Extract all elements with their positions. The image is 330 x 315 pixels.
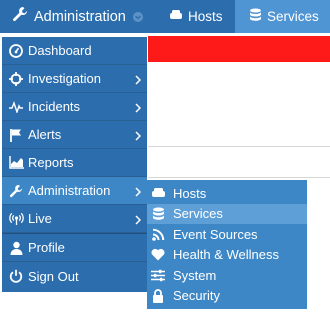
submenu-item-security[interactable]: Security (147, 286, 307, 307)
submenu-item-event-sources[interactable]: Event Sources (147, 224, 307, 245)
menu-item-investigation[interactable]: Investigation (2, 65, 147, 93)
dashboard-icon (8, 43, 24, 59)
chevron-right-icon (135, 101, 142, 116)
user-icon (8, 240, 24, 256)
admin-dropdown-menu: Dashboard Investigation Incidents Alerts (2, 37, 147, 292)
divider (148, 146, 330, 147)
top-navbar: Administration Hosts Services (0, 0, 330, 33)
crosshair-icon (8, 71, 24, 87)
chevron-right-icon (135, 185, 142, 200)
submenu-item-services[interactable]: Services (147, 203, 307, 224)
submenu-item-label: Hosts (173, 185, 207, 201)
administration-submenu: Hosts Services Event Sources Health & We… (147, 180, 307, 309)
menu-item-dashboard[interactable]: Dashboard (2, 37, 147, 65)
lock-icon (150, 288, 166, 304)
submenu-item-health-wellness[interactable]: Health & Wellness (147, 245, 307, 266)
menu-item-alerts[interactable]: Alerts (2, 121, 147, 149)
heart-icon (150, 247, 166, 263)
sliders-icon (150, 267, 166, 283)
brand-label: Administration (34, 8, 126, 25)
chevron-down-icon (132, 11, 143, 22)
wrench-icon (8, 183, 24, 199)
server-icon (169, 9, 183, 24)
chevron-right-icon (135, 213, 142, 228)
tab-hosts[interactable]: Hosts (158, 0, 235, 33)
menu-item-live[interactable]: Live (2, 205, 147, 233)
tab-hosts-label: Hosts (188, 9, 223, 24)
power-icon (8, 268, 24, 284)
menu-item-label: Profile (28, 240, 65, 255)
submenu-item-label: Health & Wellness (173, 247, 279, 263)
menu-item-label: Incidents (28, 99, 81, 114)
menu-item-label: Reports (28, 155, 74, 170)
chevron-right-icon (135, 129, 142, 144)
tab-services[interactable]: Services (235, 0, 330, 33)
alert-banner (148, 36, 330, 62)
menu-item-label: Sign Out (28, 268, 79, 284)
menu-item-sign-out[interactable]: Sign Out (2, 262, 147, 290)
server-icon (150, 185, 166, 201)
rss-icon (150, 226, 166, 242)
menu-item-administration[interactable]: Administration (2, 177, 147, 205)
menu-item-reports[interactable]: Reports (2, 149, 147, 177)
submenu-item-hosts[interactable]: Hosts (147, 183, 307, 204)
menu-item-label: Dashboard (28, 43, 92, 58)
menu-item-label: Alerts (28, 127, 62, 142)
chart-icon (8, 155, 24, 171)
menu-item-label: Administration (28, 183, 111, 198)
database-icon (249, 8, 262, 25)
pulse-icon (8, 99, 24, 115)
submenu-item-label: Event Sources (173, 226, 258, 242)
submenu-item-label: System (173, 267, 217, 283)
tab-services-label: Services (267, 9, 319, 24)
chevron-right-icon (135, 73, 142, 88)
submenu-item-label: Services (173, 206, 223, 222)
submenu-item-system[interactable]: System (147, 265, 307, 286)
submenu-item-label: Security (173, 288, 220, 304)
broadcast-icon (8, 211, 24, 227)
flag-icon (8, 127, 24, 143)
menu-item-profile[interactable]: Profile (2, 234, 147, 262)
admin-menu-toggle[interactable]: Administration (0, 0, 158, 33)
divider (148, 177, 330, 178)
menu-item-label: Investigation (28, 71, 101, 86)
menu-item-incidents[interactable]: Incidents (2, 93, 147, 121)
wrench-icon (12, 6, 28, 27)
database-icon (150, 206, 166, 222)
menu-item-label: Live (28, 211, 52, 226)
